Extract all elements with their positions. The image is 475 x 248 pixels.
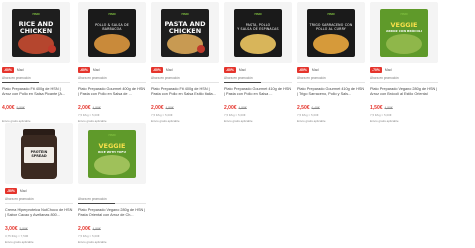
promo-label: Ahora en promoción xyxy=(151,76,180,80)
promo-label: Ahora en promoción xyxy=(5,197,34,201)
shipping-note: Envío gratis aplicable xyxy=(297,119,326,123)
promo-label: Ahora en promoción xyxy=(2,76,31,80)
old-price: 9,99€ xyxy=(16,106,25,110)
product-name[interactable]: Plato Preparado Vegano 280g de HSN | Arr… xyxy=(370,87,438,98)
price: 1,50€ 4,99€ xyxy=(370,105,393,111)
promo-label: Ahora en promoción xyxy=(78,197,107,201)
product-box-image: HSN RICE AND CHICKEN xyxy=(12,8,60,57)
product-image[interactable]: HSN VEGGIE ARROZ CON BRÓCOLI xyxy=(370,2,438,63)
divider xyxy=(5,203,73,204)
promo-label: Ahora en promoción xyxy=(78,76,107,80)
old-price: 4,99€ xyxy=(92,227,101,231)
divider xyxy=(151,82,219,83)
unit-price: 7,5 €/kg ≈ 5,00€ xyxy=(151,113,173,117)
product-card[interactable]: PROTEIN SPREAD -50% Mad Ahora en promoció… xyxy=(5,123,73,247)
product-card[interactable]: HSN VEGGIE RICE WITH TOFU Ahora en promoc… xyxy=(78,123,146,247)
discount-badge: -60% Mad xyxy=(224,67,246,73)
product-image[interactable]: HSN POLLO & SALSA DE BARBACOA xyxy=(78,2,146,63)
product-image[interactable]: PROTEIN SPREAD xyxy=(5,123,73,184)
product-image[interactable]: HSN VEGGIE RICE WITH TOFU xyxy=(78,123,146,184)
shipping-note: Envío gratis aplicable xyxy=(151,119,180,123)
product-name[interactable]: Plato Preparado Gourmet 410g de HSN | Tr… xyxy=(297,87,365,98)
product-name[interactable]: Plato Preparado Vegano 280g de HSN | Pas… xyxy=(78,208,146,219)
price: 2,00€ 4,99€ xyxy=(78,226,101,232)
old-price: 4,99€ xyxy=(238,106,247,110)
discount-badge: -60% Mad xyxy=(297,67,319,73)
product-card[interactable]: HSN TRIGO SARRACENO CON POLLO AL CURRY -6… xyxy=(297,2,365,126)
old-price: 4,99€ xyxy=(165,106,174,110)
divider xyxy=(224,82,292,83)
product-image[interactable]: HSN PASTA AND CHICKEN xyxy=(151,2,219,63)
divider xyxy=(78,203,146,204)
unit-price: 7,5 €/kg ≈ 5,00€ xyxy=(224,113,246,117)
unit-price: 3,75 €/kg ≈ 7,50€ xyxy=(5,234,29,238)
discount-badge: -60% Mad xyxy=(2,67,24,73)
shipping-note: Envío gratis aplicable xyxy=(5,240,34,244)
product-card[interactable]: HSN PASTA AND CHICKEN -60% Mad Ahora en p… xyxy=(151,2,219,126)
divider xyxy=(78,82,146,83)
shipping-note: Envío gratis aplicable xyxy=(78,240,107,244)
product-box-image: HSN VEGGIE RICE WITH TOFU xyxy=(88,129,136,178)
price: 4,00€ 9,99€ xyxy=(2,105,25,111)
old-price: 4,99€ xyxy=(384,106,393,110)
price: 3,00€ 5,99€ xyxy=(5,226,28,232)
divider xyxy=(2,82,70,83)
product-card[interactable]: HSN VEGGIE ARROZ CON BRÓCOLI -70% Mad Aho… xyxy=(370,2,438,126)
price: 2,00€ 4,99€ xyxy=(78,105,101,111)
price: 2,50€ 6,49€ xyxy=(297,105,320,111)
shipping-note: Envío gratis aplicable xyxy=(224,119,253,123)
discount-badge: -60% Mad xyxy=(151,67,173,73)
promo-label: Ahora en promoción xyxy=(297,76,326,80)
price: 2,00€ 4,99€ xyxy=(224,105,247,111)
old-price: 4,99€ xyxy=(92,106,101,110)
discount-badge: -50% Mad xyxy=(5,188,27,194)
old-price: 5,99€ xyxy=(19,227,28,231)
product-name[interactable]: Crema Hiperproteica NutChoco de HSN | Sa… xyxy=(5,208,73,219)
unit-price: 7,5 €/kg ≈ 5,00€ xyxy=(370,113,392,117)
product-name[interactable]: Plato Preparado Fit 400g de HSN | Pasta … xyxy=(151,87,219,98)
promo-label: Ahora en promoción xyxy=(370,76,399,80)
product-name[interactable]: Plato Preparado Fit 400g de HSN | Arroz … xyxy=(2,87,70,98)
old-price: 6,49€ xyxy=(311,106,320,110)
unit-price: 7,5 €/kg ≈ 5,00€ xyxy=(78,234,100,238)
product-box-image: HSN VEGGIE ARROZ CON BRÓCOLI xyxy=(380,8,428,57)
product-box-image: HSN TRIGO SARRACENO CON POLLO AL CURRY xyxy=(307,8,355,57)
shipping-note: Envío gratis aplicable xyxy=(370,119,399,123)
unit-price: 7,5 €/kg ≈ 5,00€ xyxy=(297,113,319,117)
promo-label: Ahora en promoción xyxy=(224,76,253,80)
product-jar-image: PROTEIN SPREAD xyxy=(21,128,57,179)
discount-badge: -70% Mad xyxy=(370,67,392,73)
price: 2,00€ 4,99€ xyxy=(151,105,174,111)
discount-badge: -60% Mad xyxy=(78,67,100,73)
product-card[interactable]: HSN PASTA, POLLO Y SALSA DE ESPINACAS -60… xyxy=(224,2,292,126)
product-card[interactable]: HSN POLLO & SALSA DE BARBACOA -60% Mad Ah… xyxy=(78,2,146,126)
product-name[interactable]: Plato Preparado Gourmet 410g de HSN | Pa… xyxy=(224,87,292,98)
unit-price: 7,5 €/kg ≈ 5,00€ xyxy=(78,113,100,117)
product-card[interactable]: HSN RICE AND CHICKEN -60% Mad Ahora en pr… xyxy=(2,2,70,126)
product-box-image: HSN PASTA AND CHICKEN xyxy=(161,8,209,57)
product-name[interactable]: Plato Preparado Gourmet 400g de HSN | Pa… xyxy=(78,87,146,98)
divider xyxy=(370,82,438,83)
divider xyxy=(297,82,365,83)
product-image[interactable]: HSN TRIGO SARRACENO CON POLLO AL CURRY xyxy=(297,2,365,63)
product-image[interactable]: HSN PASTA, POLLO Y SALSA DE ESPINACAS xyxy=(224,2,292,63)
product-image[interactable]: HSN RICE AND CHICKEN xyxy=(2,2,70,63)
product-box-image: HSN PASTA, POLLO Y SALSA DE ESPINACAS xyxy=(234,8,282,57)
product-box-image: HSN POLLO & SALSA DE BARBACOA xyxy=(88,8,136,57)
